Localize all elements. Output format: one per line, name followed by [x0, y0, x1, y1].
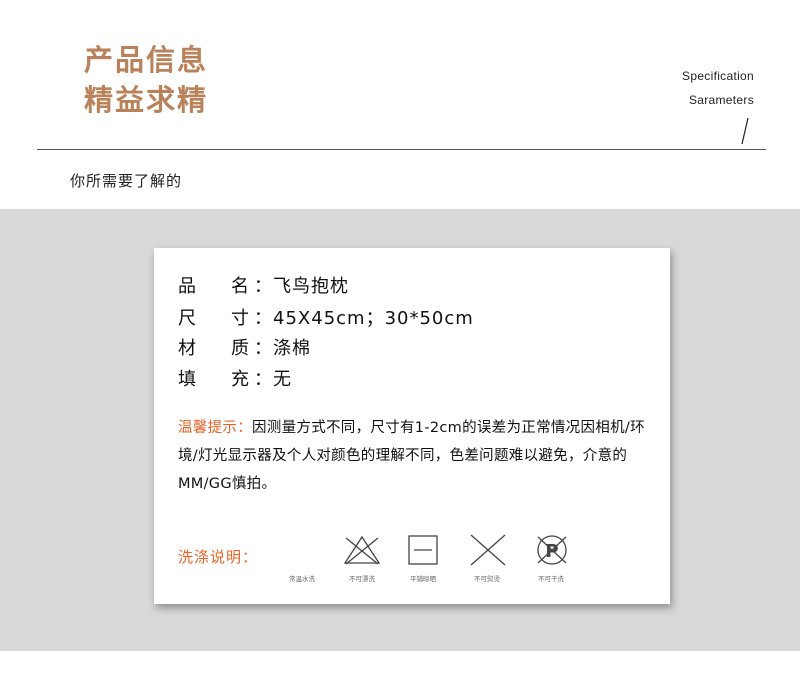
- spec-row-filling: 填充 ：无: [178, 365, 292, 391]
- spec-value-filling: 无: [273, 369, 292, 390]
- wash-caption: 平铺晾晒: [410, 575, 436, 583]
- wash-caption: 不可漂洗: [349, 575, 375, 583]
- spec-row-material: 材质 ：涤棉: [178, 334, 311, 360]
- no-iron-icon: [470, 534, 506, 566]
- tips-note: 温馨提示：因测量方式不同，尺寸有1-2cm的误差为正常情况因相机/环境/灯光显示…: [178, 414, 648, 498]
- tumble-dry-flat-icon: [408, 535, 438, 565]
- spec-row-size: 尺寸 ： 45X45cm；30*50cm: [178, 304, 474, 330]
- svg-text:P: P: [545, 541, 558, 562]
- spec-value-material: 涤棉: [273, 338, 311, 359]
- spec-row-name: 品名 ：飞鸟抱枕: [178, 272, 349, 298]
- wash-caption: 不可熨烫: [474, 575, 500, 583]
- no-dry-clean-p-icon: P: [537, 535, 567, 565]
- wash-instructions-label: 洗涤说明：: [178, 548, 259, 566]
- english-title: Specification Sarameters: [682, 64, 754, 112]
- spec-value-size: 45X45cm；30*50cm: [273, 308, 474, 329]
- title-line-2: 精益求精: [84, 83, 209, 117]
- tips-label: 温馨提示：: [178, 420, 252, 436]
- wash-caption: 不可干洗: [538, 575, 564, 583]
- title-line-1: 产品信息: [84, 43, 209, 77]
- section-subtitle: 你所需要了解的: [70, 172, 183, 190]
- english-title-line-1: Specification: [682, 69, 754, 83]
- slash-decoration: [741, 117, 749, 145]
- page-title: 产品信息 精益求精: [84, 40, 208, 120]
- spec-value-name: 飞鸟抱枕: [273, 276, 349, 297]
- no-bleach-icon: [343, 535, 381, 565]
- wash-caption: 常温水洗: [289, 575, 315, 583]
- header-divider: [37, 149, 766, 150]
- english-title-line-2: Sarameters: [688, 93, 754, 107]
- spec-card: 品名 ：飞鸟抱枕 尺寸 ： 45X45cm；30*50cm 材质 ：涤棉 填充 ：…: [154, 248, 670, 604]
